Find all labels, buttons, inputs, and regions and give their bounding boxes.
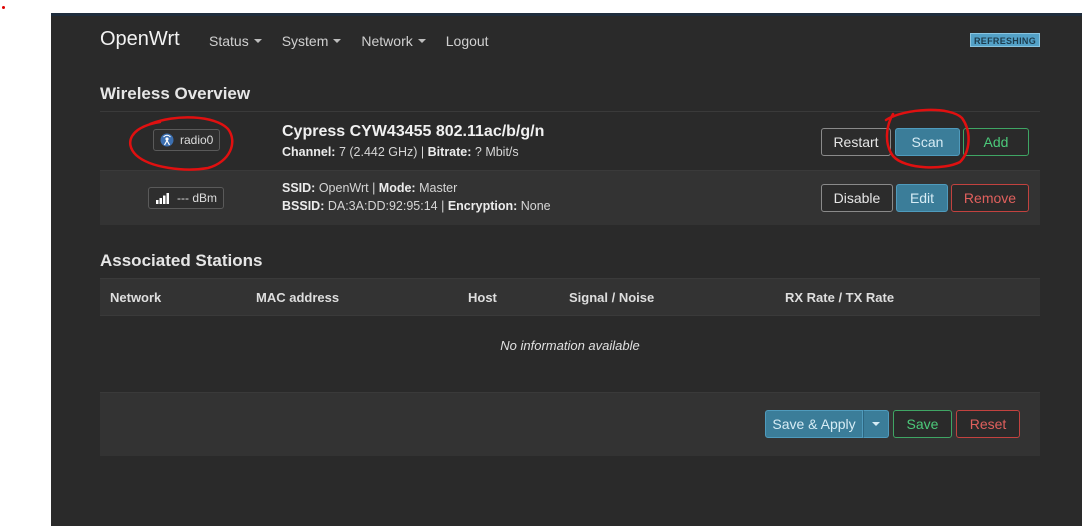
channel-label: Channel: (282, 145, 336, 159)
radio-channel-info: Channel: 7 (2.442 GHz) | Bitrate: ? Mbit… (282, 145, 519, 159)
bssid-label: BSSID: (282, 199, 325, 213)
stations-empty-row: No information available (100, 316, 1040, 376)
save-apply-button[interactable]: Save & Apply (765, 410, 863, 438)
network-row: --- dBm SSID: OpenWrt | Mode: Master BSS… (100, 170, 1040, 225)
menu-logout[interactable]: Logout (446, 33, 489, 49)
menu-system[interactable]: System (282, 33, 342, 49)
encryption-label: Encryption: (447, 199, 518, 213)
column-host: Host (468, 290, 497, 305)
top-navbar: OpenWrt Status System Network Logout REF… (51, 16, 1082, 66)
bssid-value: DA:3A:DD:92:95:14 | (324, 199, 448, 213)
chevron-down-icon (253, 39, 262, 43)
channel-value: 7 (2.442 GHz) | (335, 145, 428, 159)
chevron-down-icon (333, 39, 342, 43)
remove-button[interactable]: Remove (951, 184, 1029, 212)
disable-button[interactable]: Disable (821, 184, 893, 212)
add-button[interactable]: Add (963, 128, 1029, 156)
menu-network[interactable]: Network (361, 33, 426, 49)
column-signal-noise: Signal / Noise (569, 290, 655, 305)
mode-value: Master (415, 181, 458, 195)
radio-badge: radio0 (153, 129, 221, 151)
form-footer: Save & Apply Save Reset (100, 392, 1040, 456)
ssid-value: OpenWrt | (315, 181, 379, 195)
radio-row: radio0 Cypress CYW43455 802.11ac/b/g/n C… (100, 111, 1040, 170)
signal-badge: --- dBm (148, 187, 224, 209)
chevron-down-icon (872, 422, 880, 426)
menu-logout-label: Logout (445, 33, 489, 49)
openwrt-app: OpenWrt Status System Network Logout REF… (51, 13, 1082, 526)
stations-table-header: Network MAC address Host Signal / Noise … (100, 278, 1040, 316)
associated-stations-title: Associated Stations (100, 251, 263, 270)
brand-logo[interactable]: OpenWrt (100, 28, 180, 51)
signal-strength-icon (156, 193, 169, 204)
encryption-value: None (517, 199, 551, 213)
wifi-radio-icon (160, 133, 174, 147)
menu-network-label: Network (361, 33, 413, 49)
scan-button[interactable]: Scan (895, 128, 960, 156)
bssid-encryption-info: BSSID: DA:3A:DD:92:95:14 | Encryption: N… (282, 199, 551, 213)
bitrate-label: Bitrate: (427, 145, 472, 159)
mode-label: Mode: (378, 181, 416, 195)
column-rx-tx-rate: RX Rate / TX Rate (785, 290, 895, 305)
bitrate-value: ? Mbit/s (471, 145, 519, 159)
chevron-down-icon (417, 39, 426, 43)
wireless-overview-title: Wireless Overview (100, 84, 251, 103)
save-apply-dropdown-toggle[interactable] (863, 410, 889, 438)
empty-message: No information available (500, 338, 640, 353)
radio-device-name: Cypress CYW43455 802.11ac/b/g/n (282, 123, 545, 140)
signal-value: --- dBm (177, 191, 217, 205)
save-button[interactable]: Save (893, 410, 952, 438)
ssid-label: SSID: (282, 181, 316, 195)
edit-button[interactable]: Edit (896, 184, 948, 212)
ssid-mode-info: SSID: OpenWrt | Mode: Master (282, 181, 457, 195)
menu-system-label: System (281, 33, 329, 49)
reset-button[interactable]: Reset (956, 410, 1020, 438)
main-menu: Status System Network Logout (209, 33, 509, 49)
column-mac-address: MAC address (256, 290, 340, 305)
restart-button[interactable]: Restart (821, 128, 891, 156)
menu-status-label: Status (209, 33, 249, 49)
menu-status[interactable]: Status (209, 33, 262, 49)
red-dot-marker (2, 6, 5, 9)
radio-badge-label: radio0 (180, 133, 214, 147)
column-network: Network (110, 290, 162, 305)
refreshing-badge[interactable]: REFRESHING (970, 33, 1041, 47)
